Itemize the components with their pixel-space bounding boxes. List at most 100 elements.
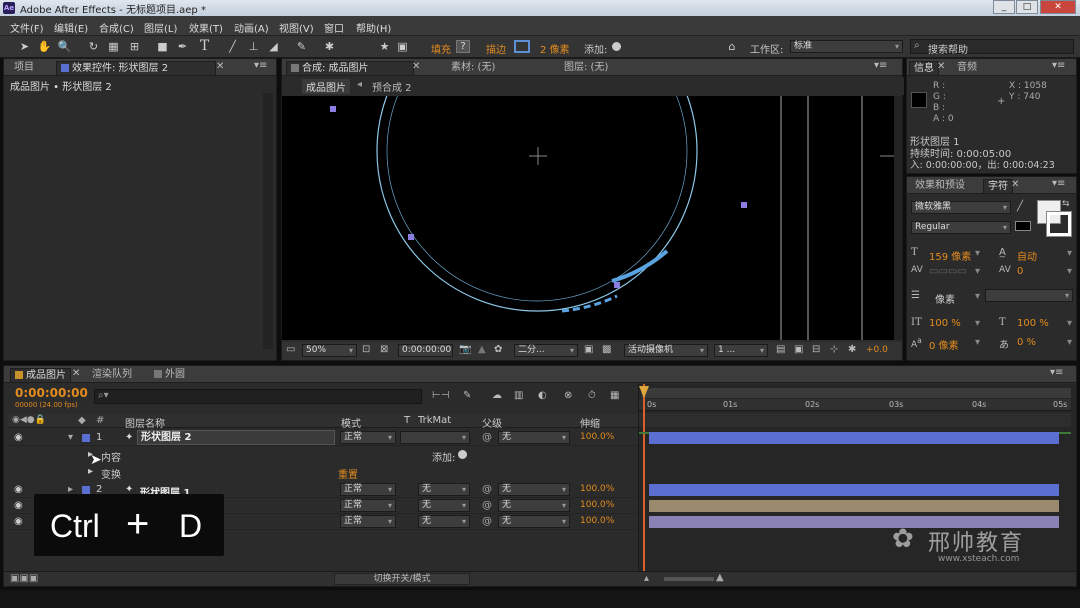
auto-keyframe-icon[interactable]: ⏱ bbox=[588, 390, 596, 401]
zoom-tool-icon[interactable]: 🔍 bbox=[57, 39, 72, 54]
panel-menu-icon[interactable]: ▾≡ bbox=[1050, 367, 1063, 378]
viewer-scrollbar[interactable] bbox=[894, 96, 902, 340]
tracking-dropdown-icon[interactable]: ▾ bbox=[1067, 266, 1072, 277]
vertex-handle[interactable] bbox=[614, 282, 620, 288]
tab-composition[interactable]: 合成: 成品图片 bbox=[286, 61, 414, 75]
timeline-timecode[interactable]: 0:00:00:00 bbox=[15, 386, 88, 400]
stroke-label[interactable]: 描边 bbox=[486, 41, 506, 56]
camera-tool-icon[interactable]: ▦ bbox=[106, 39, 121, 54]
visibility-eye-icon[interactable]: ◉ bbox=[14, 516, 23, 527]
timeline-icon[interactable]: ⊟ bbox=[812, 344, 820, 355]
menu-window[interactable]: 窗口 bbox=[324, 20, 344, 35]
exposure-reset-icon[interactable]: ✱ bbox=[848, 344, 856, 355]
composition-mini-flowchart-icon[interactable]: ⊢⊣ bbox=[432, 390, 449, 401]
timeline-search-field[interactable]: ⌕▾ bbox=[94, 389, 422, 404]
transparency-grid-icon[interactable]: ▩ bbox=[602, 344, 611, 355]
stroke-order-select[interactable] bbox=[985, 289, 1073, 302]
tab-render-queue[interactable]: 渲染队列 bbox=[88, 368, 136, 382]
tab-close-icon[interactable]: ✕ bbox=[216, 61, 224, 72]
puppet-tool-icon[interactable]: ✱ bbox=[322, 39, 337, 54]
scrollbar[interactable] bbox=[263, 93, 273, 349]
camera-select[interactable]: 活动摄像机 bbox=[624, 344, 708, 357]
layer-name[interactable]: 形状图层 2 bbox=[137, 430, 335, 445]
leading-value[interactable]: 自动 bbox=[1017, 248, 1037, 263]
tab-footage[interactable]: 素材: (无) bbox=[447, 61, 499, 75]
swap-colors-icon[interactable]: ⇆ bbox=[1062, 199, 1070, 209]
parent-select[interactable]: 无 bbox=[498, 483, 570, 496]
rotate-tool-icon[interactable]: ↻ bbox=[86, 39, 101, 54]
reset-link[interactable]: 重置 bbox=[338, 466, 358, 481]
tab-close-icon[interactable]: ✕ bbox=[412, 61, 420, 72]
visibility-eye-icon[interactable]: ◉ bbox=[14, 432, 23, 443]
contents-group-label[interactable]: 内容 bbox=[101, 449, 121, 464]
collapse-arrow-icon[interactable]: ▾ bbox=[68, 432, 73, 443]
tab-outer-circle[interactable]: 外圆 bbox=[150, 368, 189, 382]
font-family-select[interactable]: 微软雅黑 bbox=[911, 201, 1011, 214]
panel-menu-icon[interactable]: ▾≡ bbox=[1052, 178, 1065, 189]
region-icon[interactable]: ▣ bbox=[584, 344, 593, 355]
layer-duration-bar[interactable] bbox=[649, 500, 1059, 512]
tab-effect-controls[interactable]: 效果控件: 形状图层 2 bbox=[56, 61, 216, 75]
maximize-button[interactable]: □ bbox=[1016, 0, 1038, 14]
tab-character[interactable]: 字符 bbox=[983, 179, 1013, 193]
shape-options-icon[interactable]: ▣ bbox=[395, 39, 410, 54]
motion-blur-icon[interactable]: ◐ bbox=[538, 390, 547, 401]
stroke-width-value[interactable]: 像素 bbox=[935, 291, 955, 306]
tab-audio[interactable]: 音频 bbox=[953, 61, 981, 75]
kerning-value[interactable]: ▭▭▭▭ bbox=[929, 266, 967, 277]
trkmat-select[interactable]: 无 bbox=[418, 515, 470, 528]
visibility-eye-icon[interactable]: ◉ bbox=[14, 500, 23, 511]
panel-menu-icon[interactable]: ▾≡ bbox=[254, 60, 267, 71]
layer-duration-bar[interactable] bbox=[649, 484, 1059, 496]
pick-whip-icon[interactable]: @ bbox=[482, 432, 492, 443]
menu-layer[interactable]: 图层(L) bbox=[144, 20, 177, 35]
add-arrow-icon[interactable] bbox=[458, 450, 467, 459]
close-button[interactable]: ✕ bbox=[1040, 0, 1076, 14]
rectangle-tool-icon[interactable]: ■ bbox=[155, 39, 170, 54]
menu-edit[interactable]: 编辑(E) bbox=[54, 20, 88, 35]
brush-tool-icon[interactable]: ╱ bbox=[225, 39, 240, 54]
panel-menu-icon[interactable]: ▾≡ bbox=[1052, 60, 1065, 71]
table-row[interactable]: ◉ ▾ 1 ✦ 形状图层 2 正常 @ 无 100.0% bbox=[8, 430, 638, 446]
menu-composition[interactable]: 合成(C) bbox=[99, 20, 134, 35]
tab-info[interactable]: 信息 bbox=[909, 61, 939, 75]
view-layout-select[interactable]: 1 ... bbox=[714, 344, 768, 357]
time-ruler[interactable]: 0s 01s 02s 03s 04s 05s bbox=[639, 399, 1071, 411]
trkmat-select[interactable] bbox=[400, 431, 470, 444]
flowchart-icon[interactable]: ⊹ bbox=[830, 344, 838, 355]
trkmat-select[interactable]: 无 bbox=[418, 483, 470, 496]
tsume-dropdown-icon[interactable]: ▾ bbox=[1067, 337, 1072, 348]
fill-label[interactable]: 填充 bbox=[431, 41, 451, 56]
clone-stamp-tool-icon[interactable]: ⊥ bbox=[246, 39, 261, 54]
layer-label-color[interactable] bbox=[82, 434, 90, 442]
fast-preview-icon[interactable]: ▣ bbox=[794, 344, 803, 355]
layer-stretch[interactable]: 100.0% bbox=[580, 516, 614, 526]
blend-mode-select[interactable]: 正常 bbox=[340, 499, 396, 512]
current-time-field[interactable]: 0:00:00:00 bbox=[398, 344, 453, 357]
horizontal-scale-value[interactable]: 100 % bbox=[1017, 318, 1049, 329]
shy-layers-icon[interactable]: ☁ bbox=[492, 390, 502, 401]
snapshot-icon[interactable]: 📷 bbox=[459, 344, 471, 355]
eraser-tool-icon[interactable]: ◢ bbox=[266, 39, 281, 54]
comp-viewer[interactable] bbox=[282, 96, 894, 340]
menu-animation[interactable]: 动画(A) bbox=[234, 20, 269, 35]
header-layer-name[interactable]: 图层名称 bbox=[125, 415, 165, 430]
selection-tool-icon[interactable]: ➤ bbox=[17, 39, 32, 54]
pick-whip-icon[interactable]: @ bbox=[482, 516, 492, 527]
eyedropper-icon[interactable]: ╱ bbox=[1017, 201, 1023, 212]
zoom-select[interactable]: 50% bbox=[302, 344, 357, 357]
tab-close-icon[interactable]: ✕ bbox=[1011, 179, 1019, 190]
blend-mode-select[interactable]: 正常 bbox=[340, 483, 396, 496]
tab-project[interactable]: 项目 bbox=[10, 61, 38, 75]
horizontal-scale-dropdown-icon[interactable]: ▾ bbox=[1067, 318, 1072, 329]
frame-blending-icon[interactable]: ▥ bbox=[514, 390, 523, 401]
menu-file[interactable]: 文件(F) bbox=[10, 20, 44, 35]
baseline-dropdown-icon[interactable]: ▾ bbox=[975, 337, 980, 348]
add-arrow-icon[interactable] bbox=[612, 42, 621, 51]
subtab-precomp-2[interactable]: 预合成 2 bbox=[372, 79, 412, 94]
tab-close-icon[interactable]: ✕ bbox=[937, 61, 945, 72]
roto-brush-tool-icon[interactable]: ✎ bbox=[294, 39, 309, 54]
pick-whip-icon[interactable]: @ bbox=[482, 500, 492, 511]
fill-help-button[interactable]: ? bbox=[456, 40, 470, 53]
show-snapshot-icon[interactable]: ▲ bbox=[478, 344, 486, 355]
